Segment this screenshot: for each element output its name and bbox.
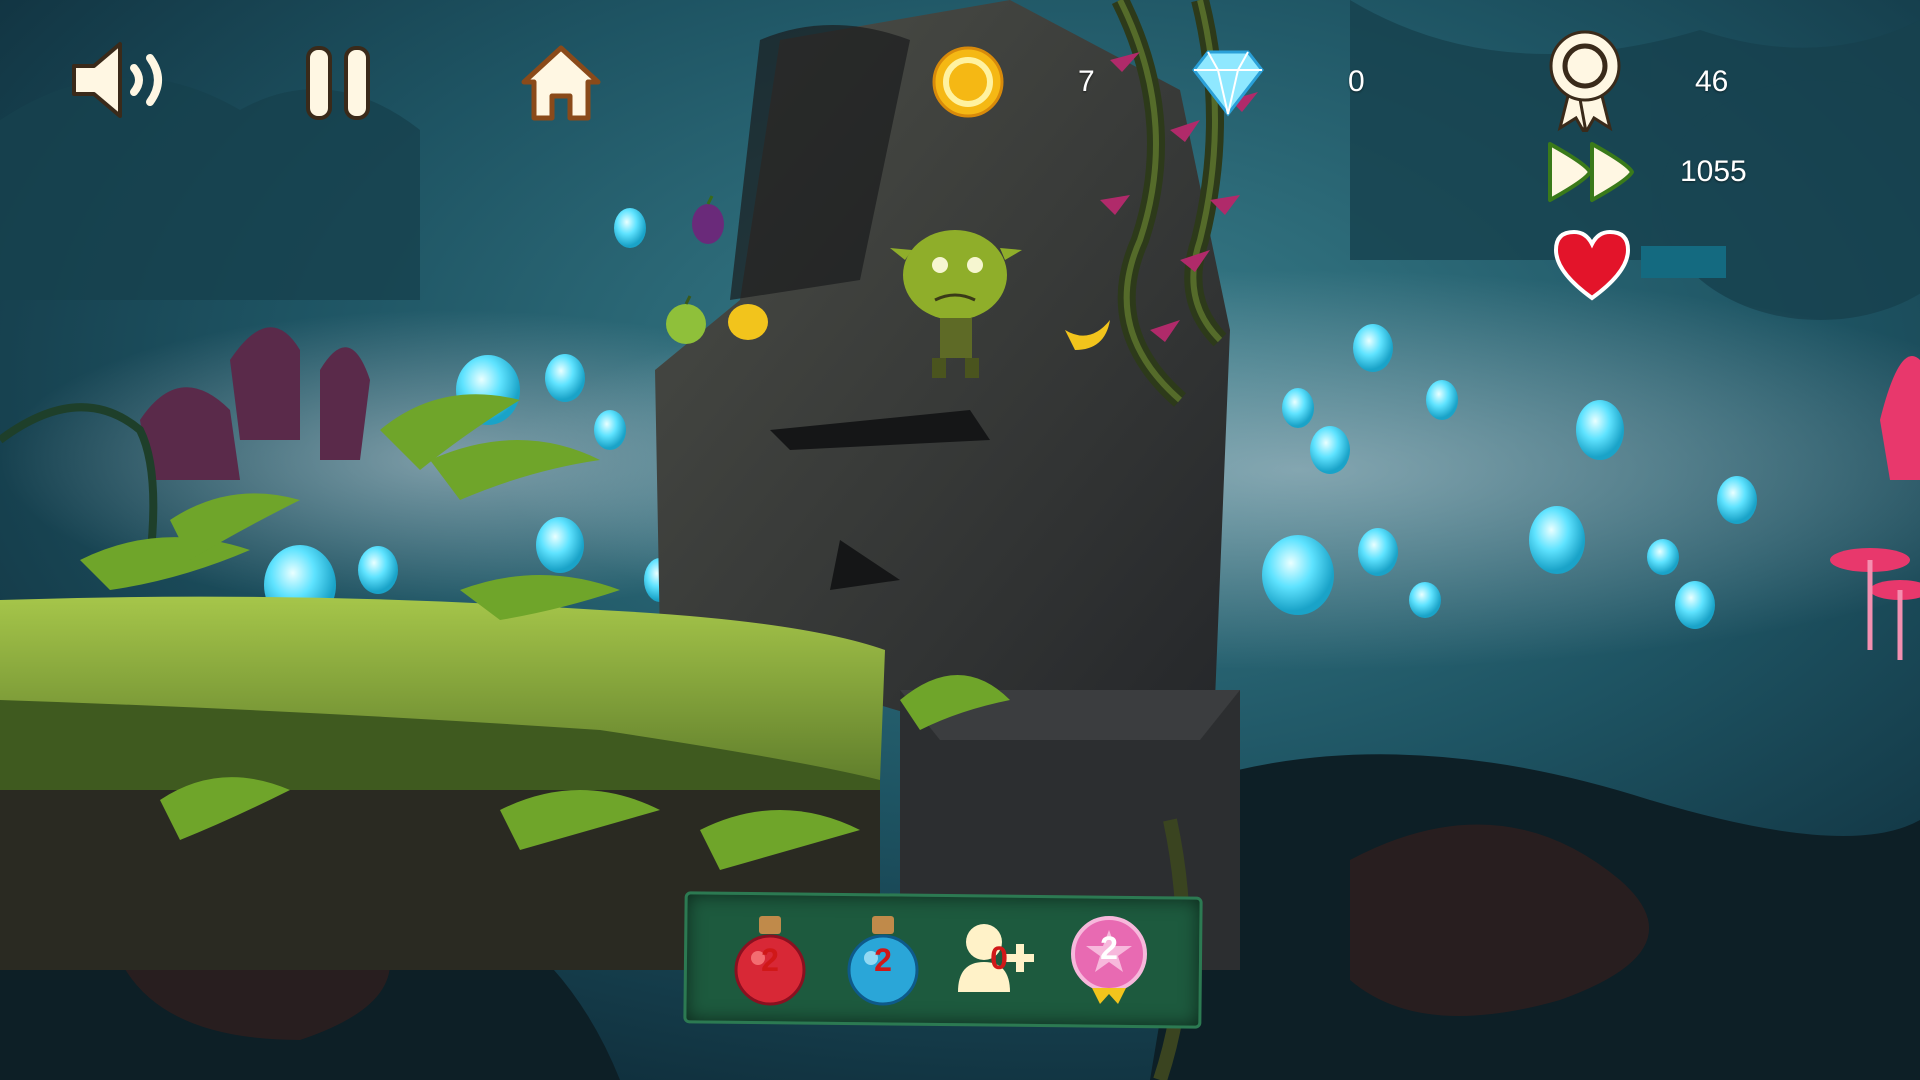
home-icon [521,45,601,121]
extra-life-button[interactable]: 0 [954,912,1044,1008]
health-bar-fill [1641,246,1726,278]
level-value: 46 [1695,65,1729,98]
red-potion-count: 2 [761,942,779,978]
award-ribbon-icon [1544,28,1626,137]
sound-button[interactable] [68,38,176,122]
diamond-icon [1190,46,1266,118]
coin-icon [932,46,1004,118]
fast-forward-icon [1546,140,1638,204]
pause-icon [306,46,370,120]
pause-button[interactable] [302,44,374,124]
speaker-icon [72,42,162,118]
blue-potion-button[interactable]: 2 [838,912,928,1008]
blue-potion-count: 2 [874,942,892,978]
home-button[interactable] [518,40,604,126]
extra-life-count: 0 [990,940,1008,976]
heart-icon [1552,228,1632,302]
lemon-fruit [728,304,768,340]
distance-value: 1055 [1680,155,1747,188]
coin-count: 7 [1078,65,1095,98]
star-badge-button[interactable]: 2 [1064,912,1154,1008]
health-bar [1641,246,1726,278]
red-potion-button[interactable]: 2 [725,912,815,1008]
diamond-count: 0 [1348,65,1365,98]
star-badge-count: 2 [1100,930,1118,966]
